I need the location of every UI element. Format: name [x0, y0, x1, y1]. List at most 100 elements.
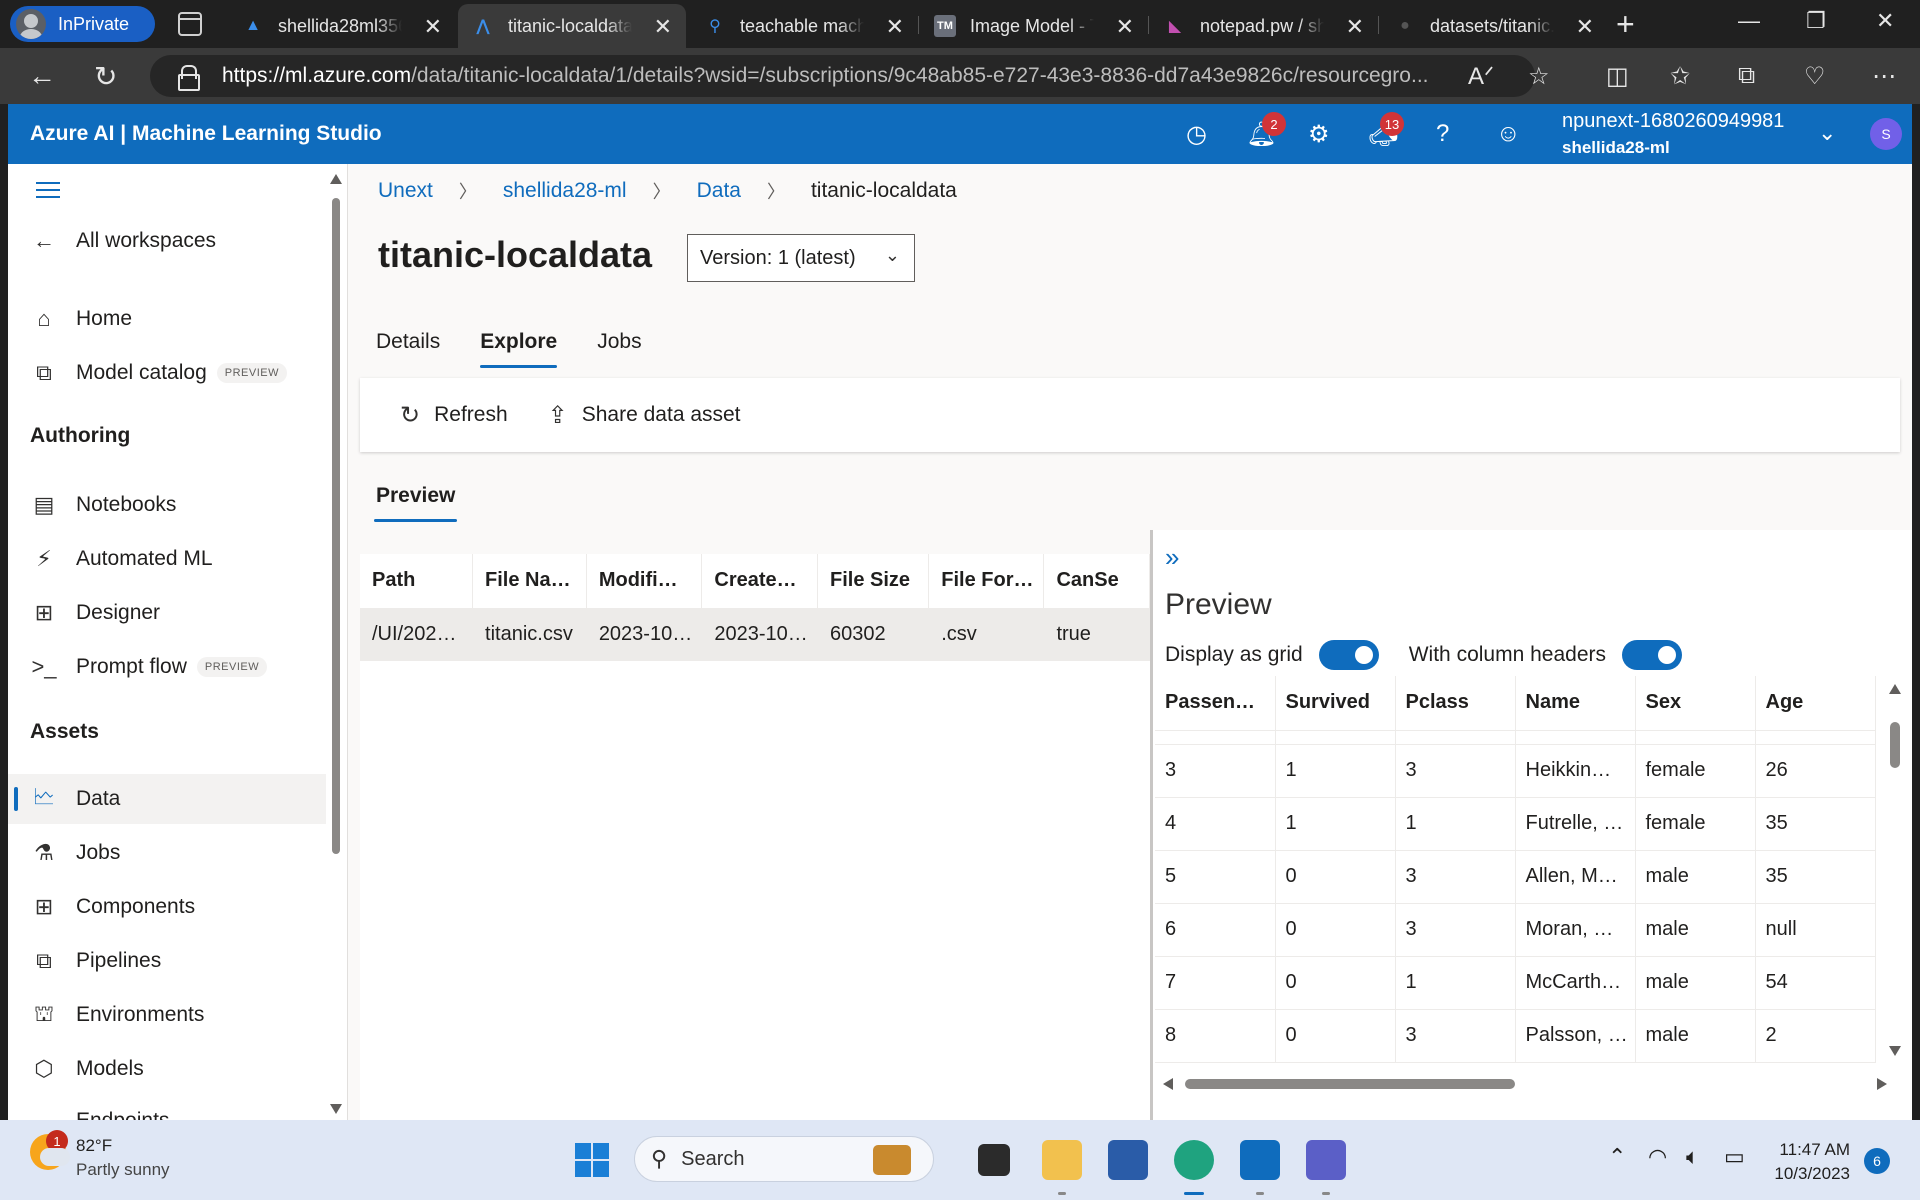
column-header[interactable]: Create…	[701, 554, 818, 609]
user-avatar[interactable]: S	[1870, 118, 1902, 150]
file-explorer-icon[interactable]	[1042, 1140, 1082, 1180]
column-header[interactable]: Modifi…	[586, 554, 703, 609]
url-field[interactable]: https://ml.azure.com/data/titanic-locald…	[150, 55, 1535, 97]
lock-icon[interactable]	[178, 65, 200, 91]
table-row[interactable]: 3 1 3 Heikkin… female 26	[1155, 744, 1876, 798]
browser-tab-active[interactable]: ⋀ titanic-localdata ✕	[458, 4, 686, 48]
column-header[interactable]: Survived	[1275, 676, 1396, 731]
column-headers-toggle[interactable]	[1622, 640, 1682, 670]
chevron-up-icon[interactable]: ⌃	[1608, 1144, 1626, 1170]
task-view-icon[interactable]	[978, 1144, 1010, 1176]
sidebar-item-environments[interactable]: ⛫ Environments	[8, 990, 326, 1040]
hamburger-menu-icon[interactable]	[36, 182, 60, 203]
teams-icon[interactable]	[1306, 1140, 1346, 1180]
close-tab-icon[interactable]: ✕	[1346, 14, 1364, 40]
workspace-subtitle[interactable]: shellida28-ml	[1562, 138, 1670, 158]
version-dropdown[interactable]: Version: 1 (latest) ⌄	[687, 234, 915, 282]
close-tab-icon[interactable]: ✕	[1576, 14, 1594, 40]
start-windows-icon[interactable]	[574, 1142, 610, 1178]
health-icon[interactable]: ♡	[1804, 62, 1826, 91]
scroll-up-arrow-icon[interactable]	[330, 174, 342, 184]
chevron-down-icon[interactable]: ⌄	[1818, 120, 1836, 146]
help-icon[interactable]: ?	[1436, 120, 1449, 148]
display-as-grid-toggle[interactable]	[1318, 640, 1379, 670]
browser-tab[interactable]: ◣ notepad.pw / sh… ✕	[1150, 4, 1378, 48]
refresh-icon[interactable]: ↻	[94, 60, 117, 93]
history-icon[interactable]: ◷	[1186, 120, 1207, 149]
column-header[interactable]: File For…	[928, 554, 1045, 609]
sidebar-item-models[interactable]: ⬡ Models	[8, 1044, 326, 1094]
edge-browser-icon[interactable]	[1174, 1140, 1214, 1180]
notification-center-badge[interactable]: 6	[1864, 1148, 1890, 1174]
tab-details[interactable]: Details	[376, 330, 440, 368]
scrollbar-thumb[interactable]	[332, 198, 340, 854]
workspace-name[interactable]: npunext-1680260949981	[1562, 110, 1784, 133]
tab-actions-icon[interactable]	[178, 12, 202, 36]
sidebar-item-data[interactable]: 🗠︎ Data	[8, 774, 326, 824]
volume-icon[interactable]: 🔈︎	[1686, 1144, 1699, 1170]
table-row[interactable]: 5 0 3 Allen, M… male 35	[1155, 850, 1876, 904]
breadcrumb-link[interactable]: shellida28-ml	[503, 179, 627, 203]
table-row[interactable]: 6 0 3 Moran, … male null	[1155, 903, 1876, 957]
new-tab-icon[interactable]: +	[1616, 6, 1635, 43]
collections-icon[interactable]: ⧉	[1738, 62, 1755, 90]
scrollbar-thumb[interactable]	[1890, 722, 1900, 768]
column-header[interactable]: Name	[1515, 676, 1636, 731]
split-screen-icon[interactable]: ◫	[1606, 62, 1629, 91]
sidebar-item-components[interactable]: ⊞ Components	[8, 882, 326, 932]
restore-icon[interactable]: ❐	[1806, 8, 1826, 34]
sidebar-item-pipelines[interactable]: ⧉ Pipelines	[8, 936, 326, 986]
tab-explore[interactable]: Explore	[480, 330, 558, 368]
scrollbar-thumb[interactable]	[1185, 1079, 1515, 1089]
favorites-icon[interactable]: ✩	[1670, 62, 1690, 91]
feedback-smiley-icon[interactable]: ☺	[1496, 120, 1521, 148]
microsoft-store-icon[interactable]	[1108, 1140, 1148, 1180]
sidebar-item-automated-ml[interactable]: ⚡ Automated ML	[8, 534, 326, 584]
column-header[interactable]: Path	[360, 554, 474, 609]
read-aloud-icon[interactable]: A﻿ᐟ	[1468, 62, 1494, 91]
close-tab-icon[interactable]: ✕	[654, 14, 672, 40]
table-row[interactable]: 4 1 1 Futrelle, … female 35	[1155, 797, 1876, 851]
scroll-down-arrow-icon[interactable]	[1889, 1046, 1901, 1056]
close-tab-icon[interactable]: ✕	[886, 14, 904, 40]
tab-jobs[interactable]: Jobs	[597, 330, 641, 368]
sidebar-scrollbar[interactable]	[330, 174, 342, 1114]
weather-widget[interactable]: 1 82°F Partly sunny	[30, 1130, 170, 1182]
minimize-icon[interactable]: —	[1738, 8, 1760, 34]
sidebar-item-prompt-flow[interactable]: >_ Prompt flow PREVIEW	[8, 642, 326, 692]
column-header[interactable]: File Size	[817, 554, 930, 609]
sidebar-item-endpoints[interactable]: ☁ Endpoints	[8, 1096, 326, 1120]
scroll-down-arrow-icon[interactable]	[330, 1104, 342, 1114]
breadcrumb-link[interactable]: Data	[697, 179, 741, 203]
collapse-panel-icon[interactable]: »	[1165, 542, 1179, 573]
column-header[interactable]: Passen…	[1155, 676, 1276, 731]
table-row[interactable]: /UI/202… titanic.csv 2023-10… 2023-10… 6…	[360, 608, 1150, 661]
browser-tab[interactable]: ▲ shellida28ml356… ✕	[228, 4, 456, 48]
horizontal-scrollbar[interactable]	[1155, 1074, 1895, 1094]
taskbar-search[interactable]: ⚲ Search	[634, 1136, 934, 1182]
all-workspaces-link[interactable]: ← All workspaces	[8, 216, 326, 266]
studio-title[interactable]: Azure AI | Machine Learning Studio	[30, 122, 382, 146]
share-data-asset-button[interactable]: ⇪ Share data asset	[548, 401, 741, 430]
column-header[interactable]: CanSe	[1043, 554, 1150, 609]
column-header[interactable]: Age	[1755, 676, 1876, 731]
sidebar-item-model-catalog[interactable]: ⧉ Model catalog PREVIEW	[8, 348, 326, 398]
scroll-left-arrow-icon[interactable]	[1163, 1078, 1173, 1090]
browser-tab[interactable]: TM Image Model - T… ✕	[920, 4, 1148, 48]
close-tab-icon[interactable]: ✕	[1116, 14, 1134, 40]
back-icon[interactable]: ←	[28, 60, 56, 92]
wifi-icon[interactable]: ◠	[1648, 1144, 1667, 1170]
sidebar-item-home[interactable]: ⌂ Home	[8, 294, 326, 344]
vertical-scrollbar[interactable]	[1887, 676, 1903, 1058]
sidebar-item-notebooks[interactable]: ▤ Notebooks	[8, 480, 326, 530]
battery-icon[interactable]: ▭	[1724, 1144, 1745, 1170]
breadcrumb-link[interactable]: Unext	[378, 179, 433, 203]
scroll-right-arrow-icon[interactable]	[1877, 1078, 1887, 1090]
refresh-button[interactable]: ↻ Refresh	[400, 401, 508, 430]
more-menu-icon[interactable]: ⋯	[1872, 62, 1896, 91]
column-header[interactable]: Sex	[1635, 676, 1756, 731]
close-window-icon[interactable]: ✕	[1876, 8, 1894, 34]
browser-tab[interactable]: ● datasets/titanic.c… ✕	[1380, 4, 1608, 48]
sidebar-item-jobs[interactable]: ⚗ Jobs	[8, 828, 326, 878]
outlook-icon[interactable]	[1240, 1140, 1280, 1180]
